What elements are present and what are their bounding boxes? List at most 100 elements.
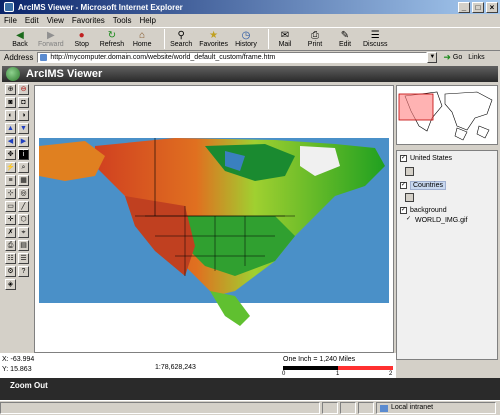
close-button[interactable]: × xyxy=(486,1,498,13)
map-tool-palette: ⊕ ⊖ ◙ ◘ ◐ ◑ ▲ ▼ ◀ ▶ ✥ i ⚡ ⌕ ≡ ▦ ⊹ ◎ ▭ ╱ … xyxy=(2,83,32,378)
menu-edit[interactable]: Edit xyxy=(25,16,39,25)
select-line-icon[interactable]: ╱ xyxy=(18,201,29,212)
clear-selection-icon[interactable]: ✗ xyxy=(5,227,16,238)
links-button[interactable]: Links xyxy=(468,54,484,61)
viewer-title: ArcIMS Viewer xyxy=(26,68,103,80)
pan-west-icon[interactable]: ◀ xyxy=(5,136,16,147)
layer-list-icon[interactable]: ☰ xyxy=(18,253,29,264)
select-shape-icon[interactable]: ⬡ xyxy=(18,214,29,225)
layer-visibility-checkbox[interactable]: ✓ xyxy=(400,207,407,214)
main-map[interactable] xyxy=(34,85,394,353)
refresh-button[interactable]: ↻ Refresh xyxy=(100,28,125,49)
layer-united-states[interactable]: ✓ United States xyxy=(400,155,452,162)
scale-tick-label: 0 xyxy=(282,371,286,377)
pan-icon[interactable]: ✥ xyxy=(5,149,16,160)
layer-swatch xyxy=(405,167,414,176)
hyperlink-icon[interactable]: ⚡ xyxy=(5,162,16,173)
map-image xyxy=(39,138,389,326)
mail-button[interactable]: ✉ Mail xyxy=(273,28,297,49)
scale-tick-label: 2 xyxy=(389,371,393,377)
overview-map[interactable] xyxy=(396,85,498,145)
zoom-out-icon[interactable]: ⊖ xyxy=(18,84,29,95)
window-title-bar: ArcIMS Viewer - Microsoft Internet Explo… xyxy=(0,0,500,14)
geocode-icon[interactable]: ⌖ xyxy=(18,227,29,238)
right-panel: ✓ United States ✓ Countries ✓ background… xyxy=(396,85,498,365)
status-message xyxy=(0,402,320,414)
discuss-button[interactable]: ☰ Discuss xyxy=(363,28,388,49)
page-icon xyxy=(40,54,48,61)
layer-visibility-checkbox[interactable]: ✓ xyxy=(405,216,412,224)
overview-toggle-icon[interactable]: ▤ xyxy=(18,240,29,251)
stop-button[interactable]: ● Stop xyxy=(70,28,94,49)
viewer-header: ArcIMS Viewer xyxy=(2,66,498,82)
forward-arrow-icon: ▶ xyxy=(46,29,55,41)
pan-east-icon[interactable]: ▶ xyxy=(18,136,29,147)
layer-visibility-checkbox[interactable]: ✓ xyxy=(400,182,407,189)
history-button[interactable]: ◷ History xyxy=(234,28,258,49)
refresh-icon: ↻ xyxy=(107,29,117,41)
ie-icon xyxy=(4,2,14,12)
query-icon[interactable]: ≡ xyxy=(5,175,16,186)
zoom-full-icon[interactable]: ◙ xyxy=(5,97,16,108)
address-label: Address xyxy=(4,53,34,62)
options-icon[interactable]: ⚙ xyxy=(5,266,16,277)
back-arrow-icon: ◀ xyxy=(16,29,24,41)
select-rect-icon[interactable]: ▭ xyxy=(5,201,16,212)
maximize-button[interactable]: □ xyxy=(472,1,484,13)
layer-world-img[interactable]: ✓ WORLD_IMG.gif xyxy=(405,216,468,224)
layer-countries[interactable]: ✓ Countries xyxy=(400,181,446,190)
pan-south-icon[interactable]: ▼ xyxy=(18,123,29,134)
stop-icon: ● xyxy=(78,29,85,41)
edit-button[interactable]: ✎ Edit xyxy=(333,28,357,49)
globe-logo-icon xyxy=(6,67,20,81)
scalebar-label: One Inch = 1,240 Miles xyxy=(283,356,356,363)
favorites-icon: ★ xyxy=(209,29,219,41)
status-cell xyxy=(322,402,338,414)
refresh-map-icon[interactable]: ◑ xyxy=(18,110,29,121)
forward-button[interactable]: ▶ Forward xyxy=(38,28,64,49)
address-dropdown[interactable]: ▼ xyxy=(427,52,438,63)
print-icon: ⎙ xyxy=(311,29,319,41)
legend-icon[interactable]: ☷ xyxy=(5,253,16,264)
layer-swatch xyxy=(405,193,414,202)
menu-favorites[interactable]: Favorites xyxy=(72,16,105,25)
home-icon: ⌂ xyxy=(139,29,146,41)
menu-tools[interactable]: Tools xyxy=(113,16,132,25)
current-tool-mode: Zoom Out xyxy=(0,378,500,400)
layer-visibility-checkbox[interactable]: ✓ xyxy=(400,155,407,162)
x-coordinate: X: -63.994 xyxy=(2,356,35,363)
overview-extent-box[interactable] xyxy=(398,93,434,121)
window-title: ArcIMS Viewer - Microsoft Internet Explo… xyxy=(18,2,183,12)
menu-view[interactable]: View xyxy=(47,16,64,25)
menu-file[interactable]: File xyxy=(4,16,17,25)
zoom-in-icon[interactable]: ⊕ xyxy=(5,84,16,95)
home-button[interactable]: ⌂ Home xyxy=(130,28,154,49)
zoom-active-icon[interactable]: ◘ xyxy=(18,97,29,108)
help-icon[interactable]: ? xyxy=(18,266,29,277)
find-icon[interactable]: ⌕ xyxy=(18,162,29,173)
attributes-icon[interactable]: ▦ xyxy=(18,175,29,186)
tool-extra-icon[interactable]: ◈ xyxy=(5,279,16,290)
favorites-button[interactable]: ★ Favorites xyxy=(199,28,228,49)
pan-north-icon[interactable]: ▲ xyxy=(5,123,16,134)
browser-status-bar: Local intranet xyxy=(0,400,500,415)
back-button[interactable]: ◀ Back xyxy=(8,28,32,49)
minimize-button[interactable]: _ xyxy=(458,1,470,13)
measure-icon[interactable]: ⊹ xyxy=(5,188,16,199)
go-button[interactable]: ➜ Go xyxy=(443,52,462,63)
address-url: http://mycomputer.domain.com/website/wor… xyxy=(50,54,276,61)
overview-map-image xyxy=(397,86,497,144)
address-input[interactable]: http://mycomputer.domain.com/website/wor… xyxy=(37,52,428,63)
zoom-last-icon[interactable]: ◐ xyxy=(5,110,16,121)
select-point-icon[interactable]: ✛ xyxy=(5,214,16,225)
map-scale: 1:78,628,243 xyxy=(155,364,196,371)
edit-icon: ✎ xyxy=(340,29,350,41)
buffer-icon[interactable]: ◎ xyxy=(18,188,29,199)
menu-help[interactable]: Help xyxy=(139,16,155,25)
layer-background[interactable]: ✓ background xyxy=(400,207,447,214)
print-button[interactable]: ⎙ Print xyxy=(303,28,327,49)
print-map-icon[interactable]: ⎙ xyxy=(5,240,16,251)
identify-icon[interactable]: i xyxy=(18,149,29,160)
scalebar-segment-red xyxy=(338,366,393,370)
search-button[interactable]: ⚲ Search xyxy=(169,28,193,49)
